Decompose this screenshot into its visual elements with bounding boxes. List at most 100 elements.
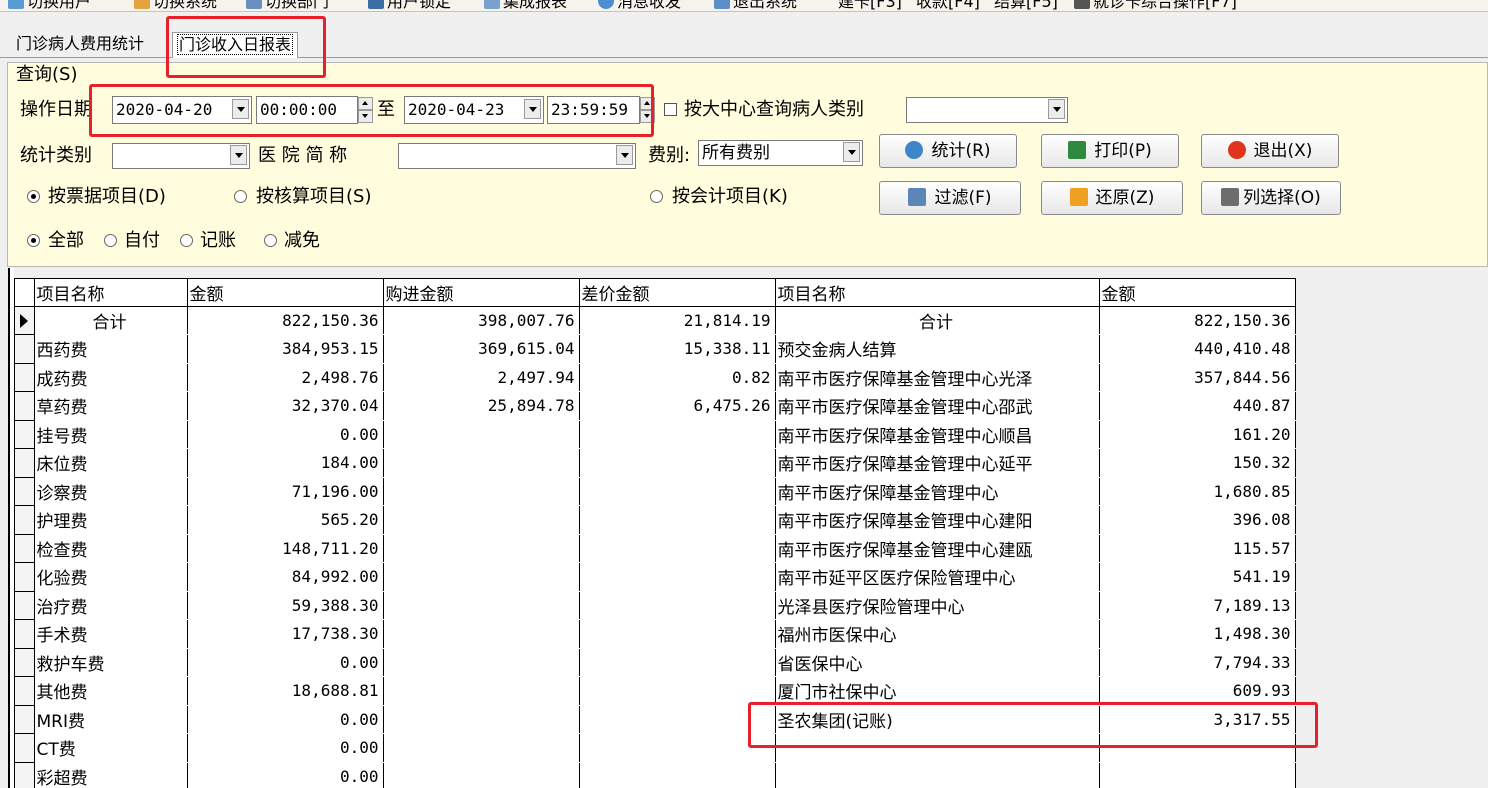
table-row[interactable]: 救护车费 0.00 省医保中心 7,794.33 xyxy=(15,648,1296,677)
user-lock-button[interactable]: 用户锁定 xyxy=(368,0,451,11)
row-indicator[interactable] xyxy=(15,477,35,506)
amount-cell[interactable]: 32,370.04 xyxy=(187,391,384,421)
item-name-cell[interactable]: 南平市医疗保障基金管理中心延平 xyxy=(775,448,1100,478)
column-header[interactable]: 金额 xyxy=(1099,279,1296,307)
tab-outpatient-fee-stats[interactable]: 门诊病人费用统计 xyxy=(12,32,148,58)
amount-cell[interactable]: 440.87 xyxy=(1099,391,1296,421)
row-indicator[interactable] xyxy=(15,448,35,478)
amount-cell[interactable]: 384,953.15 xyxy=(187,334,384,364)
item-name-cell[interactable]: 圣农集团(记账) xyxy=(775,705,1100,734)
item-name-cell[interactable]: 福州市医保中心 xyxy=(775,619,1100,649)
row-indicator[interactable] xyxy=(15,619,35,649)
filter-button[interactable]: 过滤(F) xyxy=(879,181,1021,215)
radio-credit[interactable] xyxy=(180,234,193,247)
column-header[interactable]: 项目名称 xyxy=(34,279,188,307)
amount-cell[interactable] xyxy=(579,733,776,763)
item-name-cell[interactable]: 挂号费 xyxy=(34,420,188,449)
amount-cell[interactable]: 15,338.11 xyxy=(579,334,776,364)
item-name-cell[interactable]: 草药费 xyxy=(34,391,188,421)
amount-cell[interactable] xyxy=(383,676,580,706)
item-name-cell[interactable]: 检查费 xyxy=(34,534,188,563)
spin-up-icon[interactable] xyxy=(640,97,655,110)
item-name-cell[interactable]: 成药费 xyxy=(34,363,188,392)
start-time-field[interactable]: 00:00:00 xyxy=(256,96,358,124)
item-name-cell[interactable]: CT费 xyxy=(34,733,188,763)
stat-type-select[interactable] xyxy=(112,143,250,169)
spin-down-icon[interactable] xyxy=(640,110,655,123)
amount-cell[interactable]: 161.20 xyxy=(1099,420,1296,449)
item-name-cell[interactable]: 厦门市社保中心 xyxy=(775,676,1100,706)
chevron-down-icon[interactable] xyxy=(1048,99,1065,119)
card-operation-button[interactable]: 就诊卡综合操作[F7] xyxy=(1074,0,1237,11)
item-name-cell[interactable]: 诊察费 xyxy=(34,477,188,506)
amount-cell[interactable]: 1,498.30 xyxy=(1099,619,1296,649)
amount-cell[interactable] xyxy=(579,534,776,563)
integrated-report-button[interactable]: 集成报表 xyxy=(484,0,567,11)
current-row-indicator[interactable] xyxy=(15,306,35,335)
row-indicator[interactable] xyxy=(15,648,35,677)
end-time-field[interactable]: 23:59:59 xyxy=(547,96,640,124)
item-name-cell[interactable]: MRI费 xyxy=(34,705,188,734)
table-row[interactable]: CT费 0.00 xyxy=(15,733,1296,763)
table-row[interactable]: 其他费 18,688.81 厦门市社保中心 609.93 xyxy=(15,676,1296,706)
start-date-picker[interactable]: 2020-04-20 xyxy=(112,96,252,124)
table-row[interactable]: 彩超费 0.00 xyxy=(15,762,1296,788)
amount-cell[interactable] xyxy=(579,477,776,506)
column-header[interactable]: 购进金额 xyxy=(383,279,580,307)
amount-cell[interactable] xyxy=(579,648,776,677)
radio-relief[interactable] xyxy=(264,234,277,247)
item-name-cell[interactable]: 治疗费 xyxy=(34,591,188,620)
item-name-cell[interactable]: 南平市医疗保障基金管理中心 xyxy=(775,477,1100,506)
amount-cell[interactable] xyxy=(579,591,776,620)
row-indicator[interactable] xyxy=(15,562,35,592)
exit-system-button[interactable]: 退出系统 xyxy=(714,0,797,11)
column-header[interactable]: 差价金额 xyxy=(579,279,776,307)
column-select-button[interactable]: 列选择(O) xyxy=(1201,181,1341,215)
row-indicator[interactable] xyxy=(15,676,35,706)
amount-cell[interactable] xyxy=(383,420,580,449)
item-name-cell[interactable]: 其他费 xyxy=(34,676,188,706)
amount-cell[interactable]: 1,680.85 xyxy=(1099,477,1296,506)
table-row[interactable]: 床位费 184.00 南平市医疗保障基金管理中心延平 150.32 xyxy=(15,448,1296,478)
radio-accounting-item[interactable] xyxy=(650,190,663,203)
switch-user-button[interactable]: 切换用户 xyxy=(8,0,91,11)
exit-button[interactable]: 退出(X) xyxy=(1201,134,1339,168)
row-indicator[interactable] xyxy=(15,705,35,734)
table-row[interactable]: 护理费 565.20 南平市医疗保障基金管理中心建阳 396.08 xyxy=(15,505,1296,535)
column-header[interactable]: 项目名称 xyxy=(775,279,1100,307)
table-row[interactable]: 诊察费 71,196.00 南平市医疗保障基金管理中心 1,680.85 xyxy=(15,477,1296,506)
fee-type-select[interactable]: 所有费别 xyxy=(698,140,863,166)
spin-up-icon[interactable] xyxy=(358,97,373,110)
amount-cell[interactable]: 84,992.00 xyxy=(187,562,384,592)
amount-cell[interactable] xyxy=(579,705,776,734)
settle-button[interactable]: 结算[F5] xyxy=(994,0,1058,11)
table-row[interactable]: 挂号费 0.00 南平市医疗保障基金管理中心顺昌 161.20 xyxy=(15,420,1296,449)
amount-cell[interactable] xyxy=(579,676,776,706)
row-indicator[interactable] xyxy=(15,391,35,421)
amount-cell[interactable] xyxy=(383,534,580,563)
hospital-select[interactable] xyxy=(398,143,636,169)
amount-cell[interactable] xyxy=(383,648,580,677)
item-name-cell[interactable]: 护理费 xyxy=(34,505,188,535)
amount-cell[interactable] xyxy=(579,505,776,535)
amount-cell[interactable] xyxy=(579,762,776,788)
amount-cell[interactable]: 0.00 xyxy=(187,705,384,734)
row-indicator[interactable] xyxy=(15,534,35,563)
amount-cell[interactable]: 0.82 xyxy=(579,363,776,392)
column-header[interactable]: 金额 xyxy=(187,279,384,307)
end-date-picker[interactable]: 2020-04-23 xyxy=(404,96,544,124)
amount-cell[interactable] xyxy=(579,420,776,449)
amount-cell[interactable]: 357,844.56 xyxy=(1099,363,1296,392)
amount-cell[interactable] xyxy=(383,562,580,592)
item-name-cell[interactable]: 省医保中心 xyxy=(775,648,1100,677)
amount-cell[interactable] xyxy=(383,733,580,763)
item-name-cell[interactable]: 化验费 xyxy=(34,562,188,592)
item-name-cell[interactable]: 预交金病人结算 xyxy=(775,334,1100,364)
table-row[interactable]: 成药费 2,498.76 2,497.94 0.82 南平市医疗保障基金管理中心光泽 35… xyxy=(15,363,1296,392)
chevron-down-icon[interactable] xyxy=(232,99,249,119)
row-indicator[interactable] xyxy=(15,762,35,788)
receive-payment-button[interactable]: 收款[F4] xyxy=(916,0,980,11)
amount-cell[interactable]: 17,738.30 xyxy=(187,619,384,649)
amount-cell[interactable] xyxy=(383,448,580,478)
item-name-cell[interactable]: 南平市医疗保障基金管理中心光泽 xyxy=(775,363,1100,392)
